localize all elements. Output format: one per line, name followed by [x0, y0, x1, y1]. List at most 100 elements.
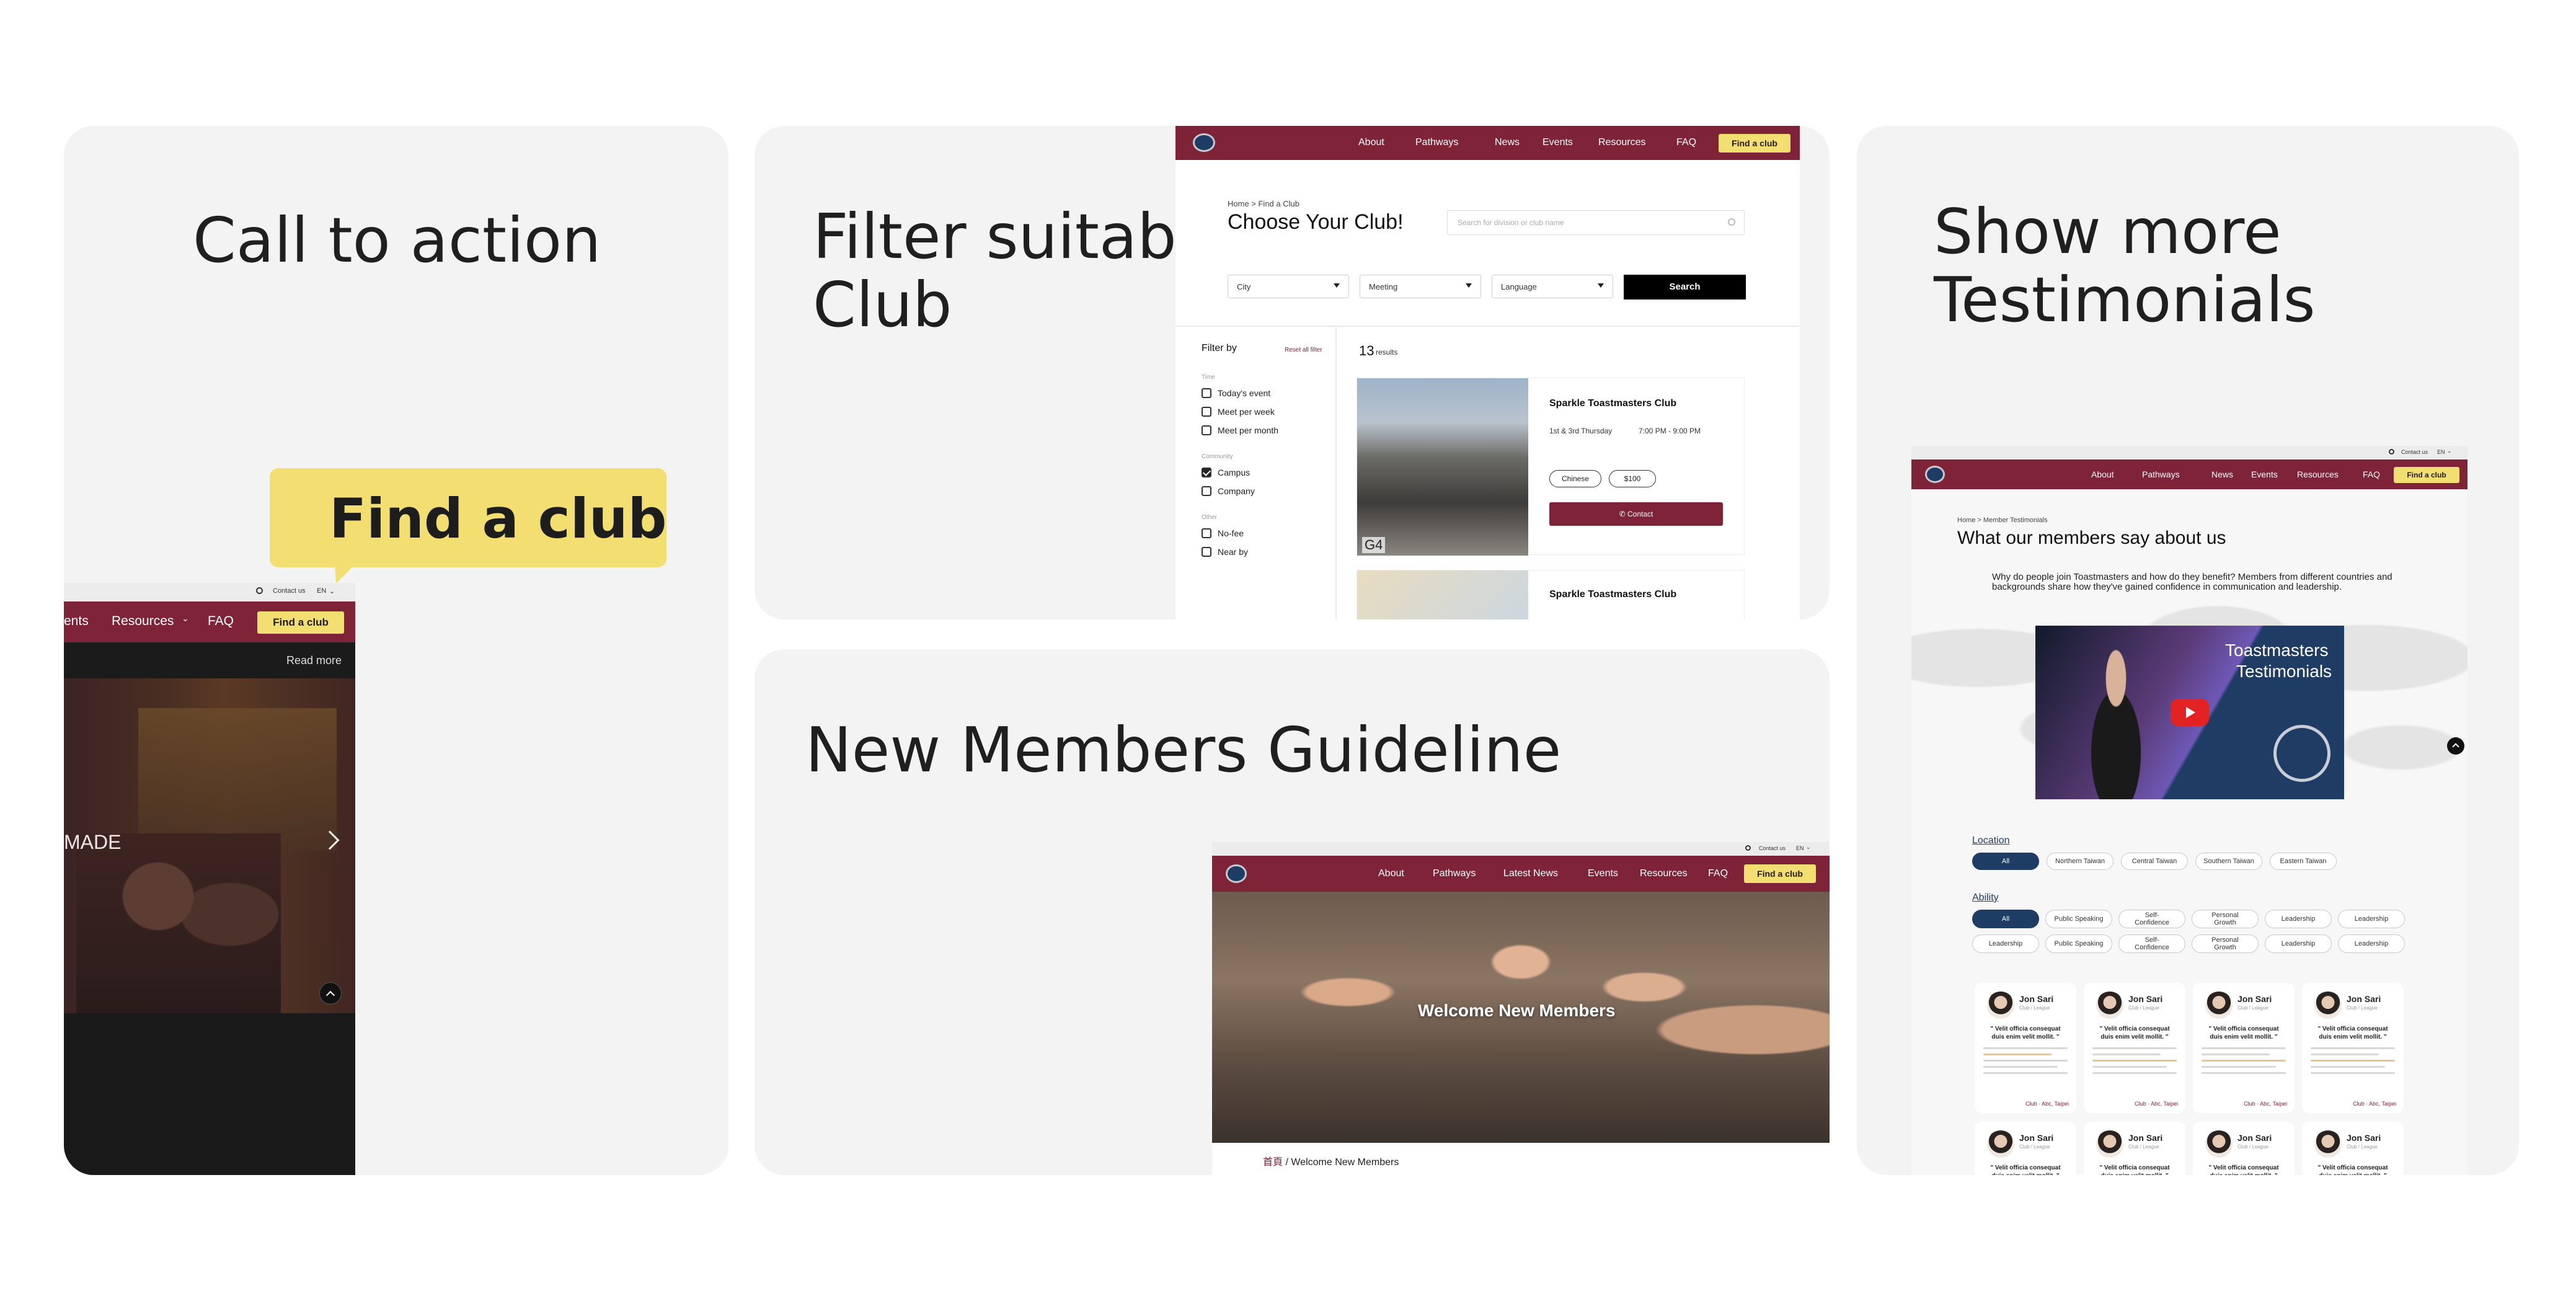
filter-option[interactable]: No-fee: [1202, 524, 1326, 543]
checkbox[interactable]: [1202, 407, 1211, 417]
results-label: results: [1376, 348, 1398, 357]
testimonial-card[interactable]: Jon Sari Club / League " Velit officia c…: [2084, 1122, 2185, 1175]
hero-image: Welcome New Members: [1212, 892, 1830, 1143]
reset-filter-link[interactable]: Reset all filter: [1285, 347, 1322, 353]
find-club-button[interactable]: Find a club: [1744, 864, 1816, 883]
search-icon[interactable]: [1745, 845, 1751, 851]
location-chip[interactable]: Central Taiwan: [2121, 853, 2188, 870]
play-button-icon[interactable]: [2171, 699, 2209, 726]
testimonial-card[interactable]: Jon Sari Club / League " Velit officia c…: [1975, 983, 2076, 1113]
ability-chip[interactable]: Public Speaking: [2045, 934, 2112, 953]
logo-icon[interactable]: [1193, 133, 1215, 152]
nav-item-events[interactable]: ents: [64, 614, 89, 629]
filter-option[interactable]: Campus: [1202, 463, 1326, 482]
nav-item-faq[interactable]: FAQ: [2363, 469, 2380, 479]
contact-link[interactable]: Contact us: [1759, 845, 1786, 851]
checkbox[interactable]: [1202, 547, 1211, 557]
nav-item-pathways[interactable]: Pathways: [1415, 137, 1458, 148]
nav-item-pathways[interactable]: Pathways: [2142, 469, 2180, 479]
find-club-button[interactable]: Find a club: [2394, 467, 2459, 483]
play-triangle-icon: [2186, 707, 2195, 718]
member-name: Jon Sari: [2128, 994, 2163, 1004]
read-more-link[interactable]: Read more: [286, 654, 342, 667]
ability-chip[interactable]: Leadership: [2265, 910, 2332, 928]
breadcrumb-home[interactable]: 首頁: [1263, 1157, 1283, 1168]
checkbox[interactable]: [1202, 528, 1211, 538]
search-button[interactable]: Search: [1624, 275, 1746, 299]
ability-chip[interactable]: Public Speaking: [2045, 910, 2112, 928]
checkbox[interactable]: [1202, 486, 1211, 496]
testimonial-card[interactable]: Jon Sari Club / League " Velit officia c…: [1975, 1122, 2076, 1175]
city-select[interactable]: City: [1228, 275, 1349, 298]
meeting-select[interactable]: Meeting: [1360, 275, 1481, 298]
nav-item-resources[interactable]: Resources: [2297, 469, 2339, 479]
club-card[interactable]: G4 Sparkle Toastmasters Club 1st & 3rd T…: [1357, 378, 1745, 556]
contact-button[interactable]: ✆ Contact: [1549, 502, 1723, 526]
nav-item-about[interactable]: About: [2091, 469, 2114, 479]
location-chip[interactable]: All: [1972, 853, 2039, 870]
ability-chip[interactable]: Personal Growth: [2192, 934, 2259, 953]
nav-item-events[interactable]: Events: [1543, 137, 1573, 148]
testimonial-card[interactable]: Jon Sari Club / League " Velit officia c…: [2302, 1122, 2404, 1175]
checkbox[interactable]: [1202, 425, 1211, 435]
ability-chip[interactable]: Self- Confidence: [2118, 910, 2185, 928]
testimonial-card[interactable]: Jon Sari Club / League " Velit officia c…: [2193, 1122, 2295, 1175]
nav-item-resources[interactable]: Resources: [112, 614, 174, 629]
testimonial-card[interactable]: Jon Sari Club / League " Velit officia c…: [2302, 983, 2404, 1113]
ability-chip[interactable]: All: [1972, 910, 2039, 928]
nav-item-pathways[interactable]: Pathways: [1433, 868, 1476, 879]
nav-item-about[interactable]: About: [1378, 868, 1404, 879]
find-club-button[interactable]: Find a club: [257, 611, 344, 634]
logo-icon[interactable]: [1925, 466, 1945, 483]
filter-option[interactable]: Today's event: [1202, 384, 1326, 402]
filter-option[interactable]: Company: [1202, 482, 1326, 500]
find-club-button[interactable]: Find a club: [1719, 134, 1790, 153]
language-select[interactable]: EN: [2437, 449, 2445, 455]
nav-item-events[interactable]: Events: [2251, 469, 2278, 479]
language-select[interactable]: Language: [1492, 275, 1613, 298]
logo-icon[interactable]: [1226, 864, 1247, 883]
ability-chip[interactable]: Leadership: [2338, 910, 2405, 928]
club-card[interactable]: Sparkle Toastmasters Club: [1357, 570, 1745, 619]
nav-item-faq[interactable]: FAQ: [208, 614, 234, 629]
contact-link[interactable]: Contact us: [2401, 449, 2428, 455]
ability-chip[interactable]: Leadership: [2265, 934, 2332, 953]
ability-chip[interactable]: Leadership: [2338, 934, 2405, 953]
nav-item-faq[interactable]: FAQ: [1676, 137, 1696, 148]
ability-chip[interactable]: Leadership: [1972, 934, 2039, 953]
nav-item-about[interactable]: About: [1358, 137, 1384, 148]
filter-option[interactable]: Meet per month: [1202, 421, 1326, 440]
search-input[interactable]: Search for division or club name: [1447, 210, 1745, 235]
language-select[interactable]: EN: [1796, 845, 1804, 851]
location-chip[interactable]: Southern Taiwan: [2195, 853, 2262, 870]
filter-option[interactable]: Near by: [1202, 543, 1326, 561]
checkbox[interactable]: [1202, 388, 1211, 398]
breadcrumb[interactable]: Home > Member Testimonials: [1957, 517, 2048, 524]
scroll-top-button[interactable]: [319, 982, 342, 1005]
testimonial-card[interactable]: Jon Sari Club / League " Velit officia c…: [2193, 983, 2295, 1113]
nav-item-events[interactable]: Events: [1588, 868, 1618, 879]
location-chip[interactable]: Eastern Taiwan: [2270, 853, 2337, 870]
speaker-figure: [2073, 644, 2159, 799]
scroll-top-button[interactable]: [2447, 737, 2464, 755]
contact-link[interactable]: Contact us: [273, 587, 306, 595]
breadcrumb[interactable]: Home > Find a Club: [1228, 199, 1299, 208]
nav-item-resources[interactable]: Resources: [1598, 137, 1645, 148]
testimonial-video[interactable]: Toastmasters Testimonials: [2035, 626, 2344, 799]
filter-option[interactable]: Meet per week: [1202, 402, 1326, 421]
search-icon[interactable]: [256, 587, 263, 594]
nav-item-resources[interactable]: Resources: [1640, 868, 1687, 879]
language-select[interactable]: EN: [317, 587, 326, 595]
text-line: [2202, 1054, 2270, 1055]
checkbox-checked[interactable]: [1202, 468, 1211, 477]
testimonial-card[interactable]: Jon Sari Club / League " Velit officia c…: [2084, 983, 2185, 1113]
nav-item-news[interactable]: News: [1495, 137, 1520, 148]
nav-item-news[interactable]: News: [2211, 469, 2233, 479]
nav-item-latest-news[interactable]: Latest News: [1503, 868, 1558, 879]
ability-chip[interactable]: Self- Confidence: [2118, 934, 2185, 953]
location-chip[interactable]: Northern Taiwan: [2047, 853, 2113, 870]
nav-item-faq[interactable]: FAQ: [1708, 868, 1728, 879]
search-icon[interactable]: [2389, 449, 2394, 455]
ability-chip[interactable]: Personal Growth: [2192, 910, 2259, 928]
member-club: Club / League: [2347, 1144, 2378, 1150]
